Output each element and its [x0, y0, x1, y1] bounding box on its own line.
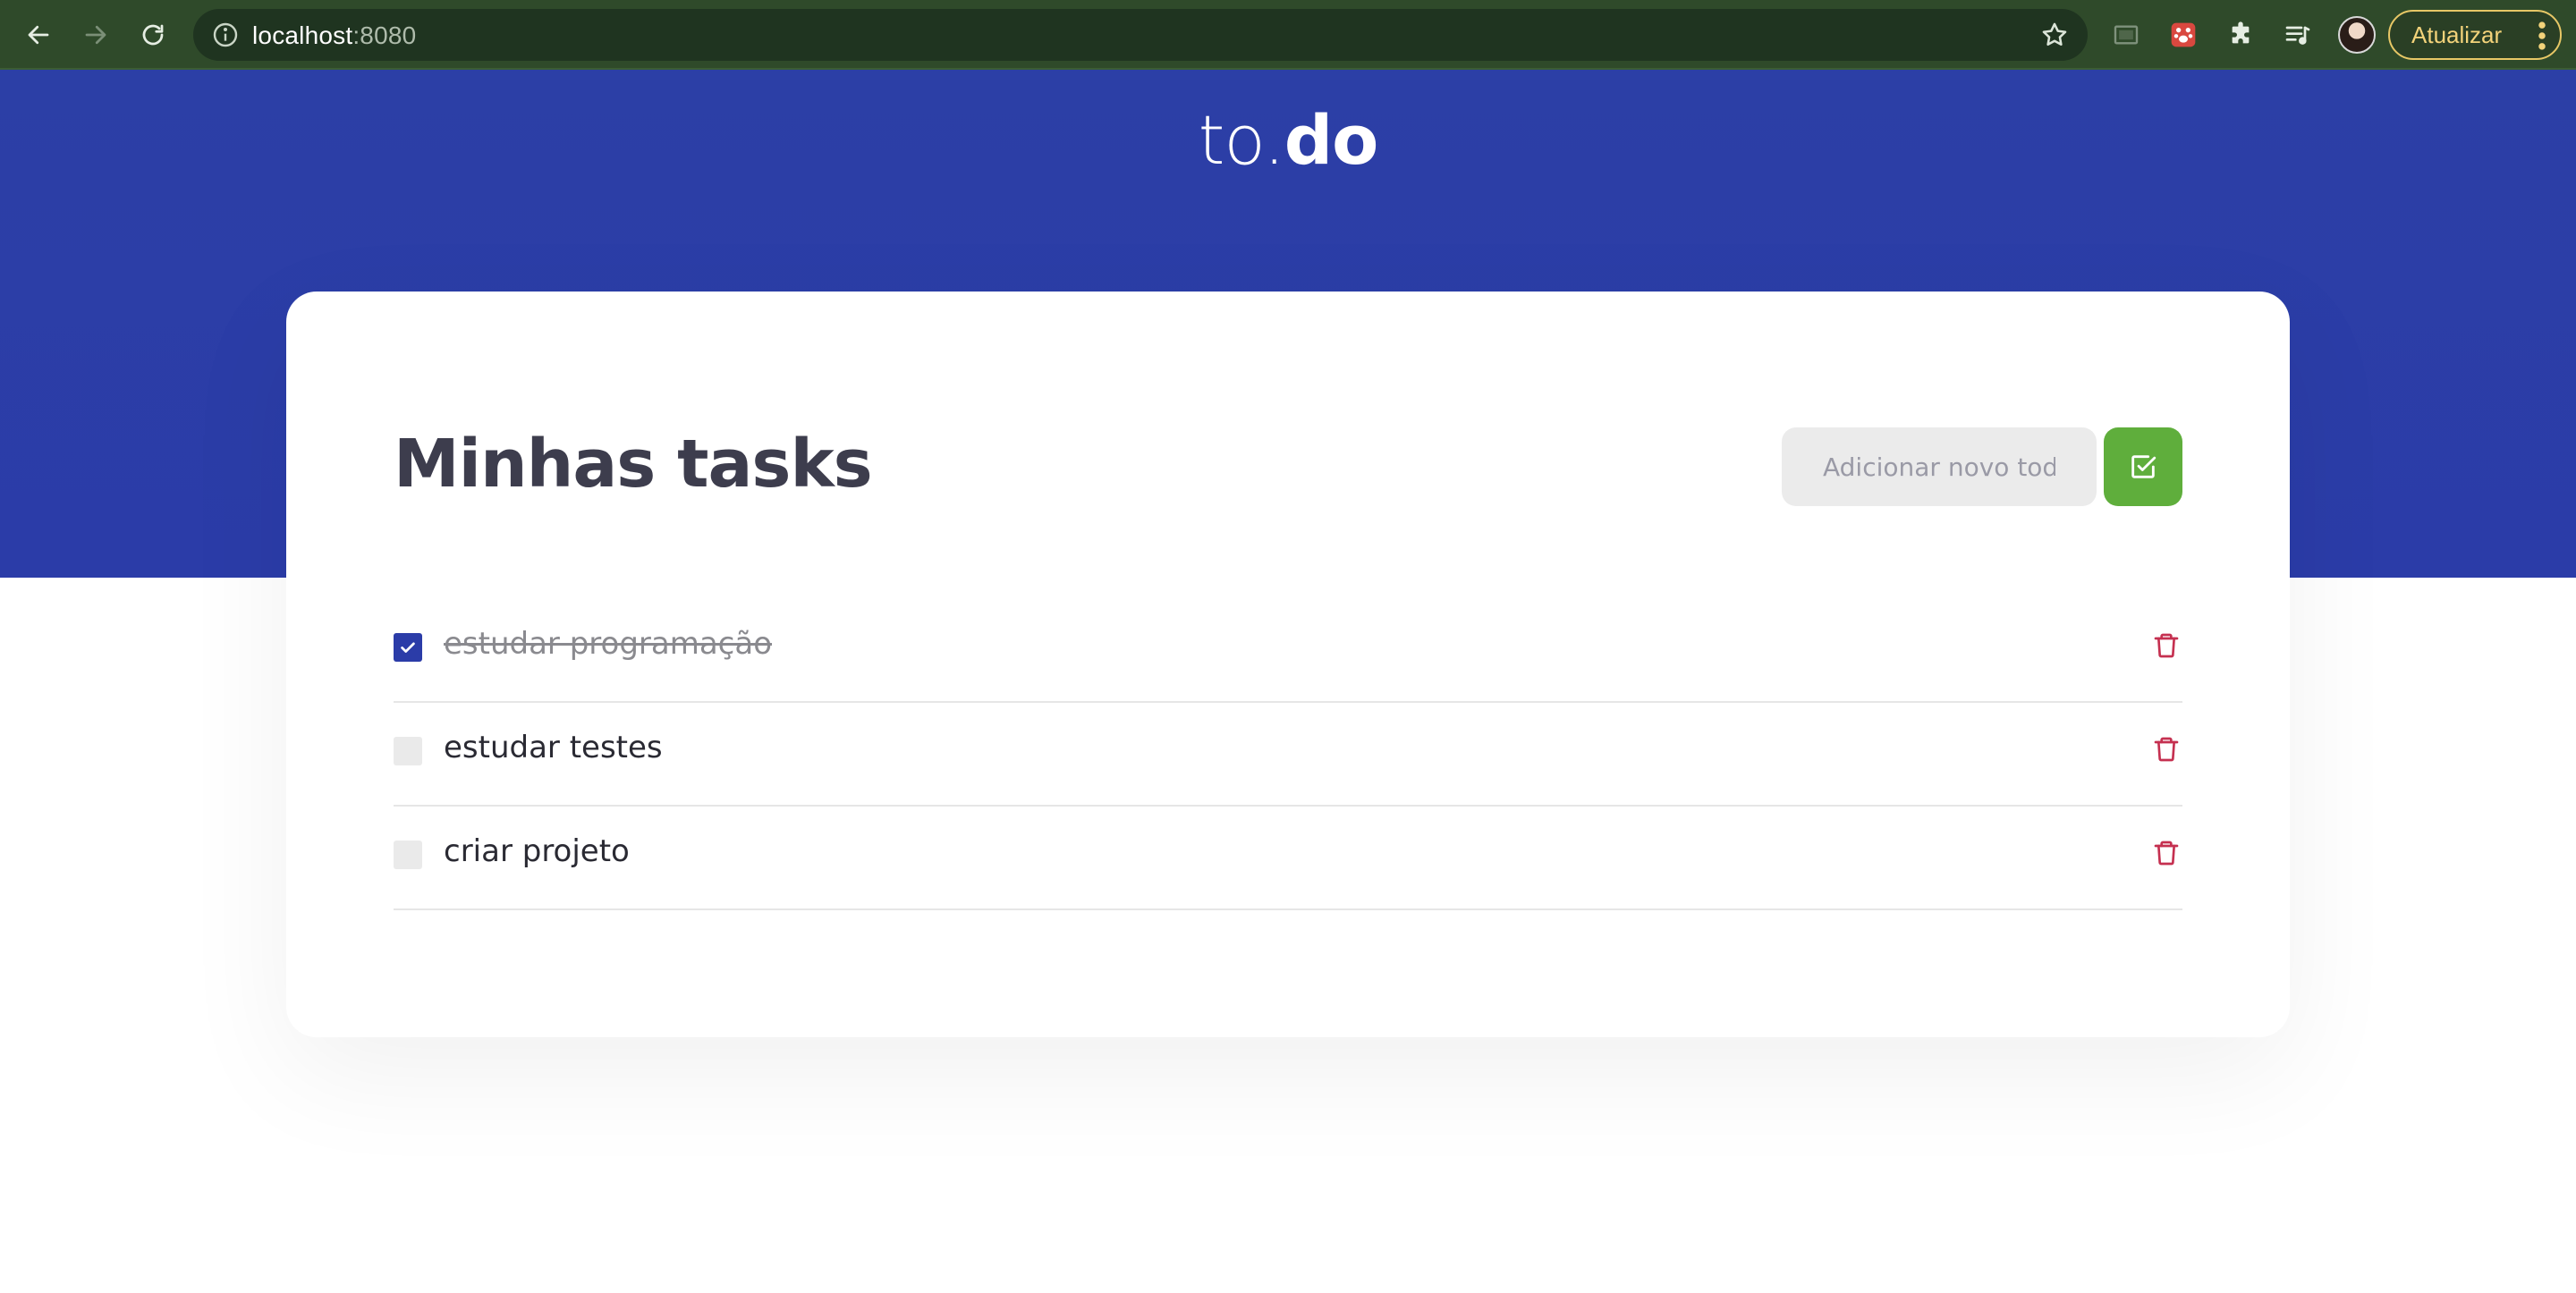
browser-toolbar: localhost:8080 Atualizar: [0, 0, 2576, 70]
address-bar[interactable]: localhost:8080: [193, 9, 2088, 61]
reload-button[interactable]: [134, 16, 172, 54]
media-queue-icon: [2285, 26, 2310, 45]
extension-paw-icon: [2171, 22, 2196, 47]
task-title: estudar programação: [444, 626, 773, 662]
add-todo-button[interactable]: [2104, 427, 2182, 506]
star-icon[interactable]: [2039, 20, 2070, 50]
update-button[interactable]: Atualizar: [2388, 10, 2562, 60]
screen-cast-icon: [2114, 25, 2139, 45]
extensions-button[interactable]: [2224, 18, 2258, 52]
back-arrow-icon: [28, 25, 49, 45]
task-row: estudar testes: [394, 703, 2182, 807]
logo-bold-part: do: [1284, 100, 1379, 180]
url-port: :8080: [352, 21, 417, 49]
tasks-card: Minhas tasks estudar programação estudar…: [286, 292, 2290, 1037]
task-checkbox[interactable]: [394, 633, 422, 662]
app-logo: to.do: [0, 100, 2576, 180]
url-text: localhost:8080: [252, 21, 416, 50]
task-row: estudar programação: [394, 599, 2182, 703]
kebab-menu-icon[interactable]: [2537, 21, 2547, 51]
delete-task-button[interactable]: [2150, 630, 2182, 662]
trash-icon: [2154, 633, 2179, 658]
delete-task-button[interactable]: [2150, 733, 2182, 765]
info-icon[interactable]: [211, 21, 240, 49]
forward-button[interactable]: [77, 16, 114, 54]
task-title: estudar testes: [444, 730, 663, 765]
check-icon: [401, 642, 415, 653]
task-list: estudar programação estudar testes criar…: [394, 599, 2182, 910]
task-row: criar projeto: [394, 807, 2182, 910]
trash-icon: [2154, 841, 2179, 866]
task-checkbox[interactable]: [394, 841, 422, 869]
reload-icon: [142, 24, 164, 46]
extension-paw-button[interactable]: [2166, 18, 2200, 52]
url-host: localhost: [252, 21, 353, 49]
avatar[interactable]: [2338, 16, 2376, 54]
checkbox-check-icon: [2131, 455, 2157, 478]
task-title: criar projeto: [444, 833, 630, 869]
screen-cast-button[interactable]: [2109, 18, 2143, 52]
forward-arrow-icon: [85, 25, 106, 45]
new-todo-input[interactable]: [1782, 427, 2097, 506]
trash-icon: [2154, 737, 2179, 762]
media-queue-button[interactable]: [2281, 18, 2315, 52]
page-title: Minhas tasks: [394, 426, 873, 503]
update-button-label: Atualizar: [2411, 21, 2503, 48]
task-checkbox[interactable]: [394, 737, 422, 765]
logo-light-part: to.: [1198, 100, 1285, 180]
back-button[interactable]: [20, 16, 57, 54]
puzzle-extensions-icon: [2232, 21, 2250, 44]
delete-task-button[interactable]: [2150, 837, 2182, 869]
